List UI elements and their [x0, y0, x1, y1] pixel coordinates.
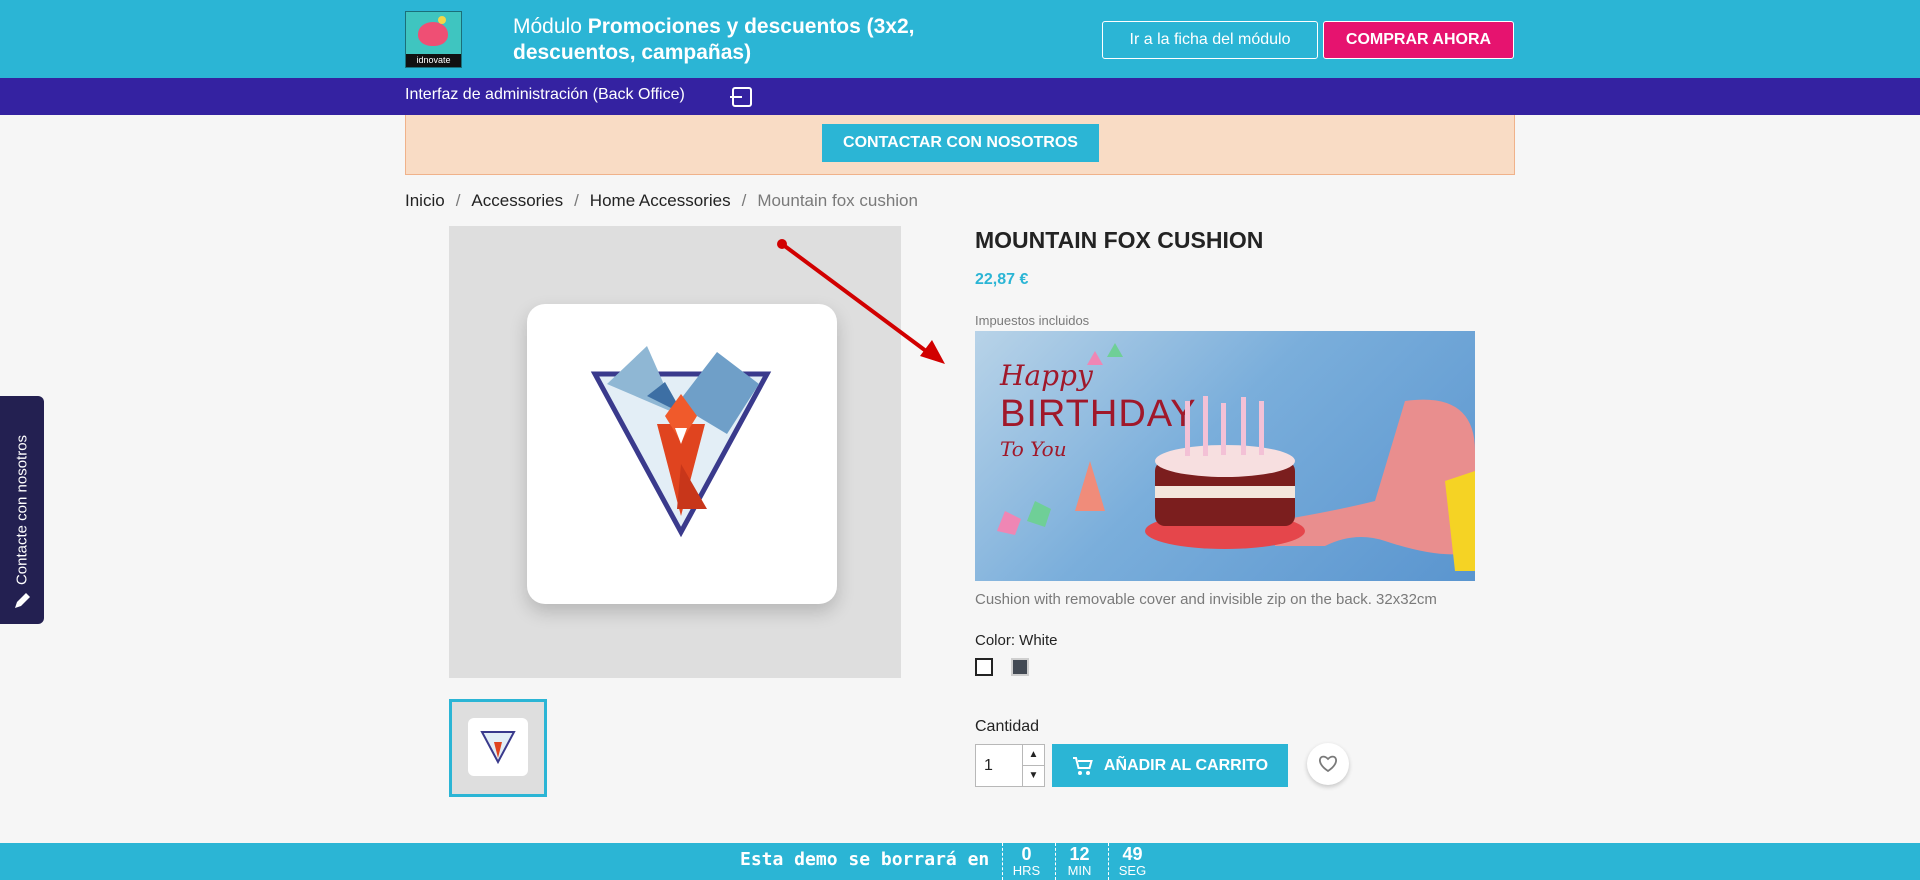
logo-text: idnovate [406, 54, 461, 67]
color-swatch-white[interactable] [975, 658, 993, 676]
product-thumbnail[interactable] [449, 699, 547, 797]
demo-countdown-bar: Esta demo se borrará en 0 HRS 12 MIN 49 … [0, 843, 1920, 880]
module-page-button[interactable]: Ir a la ficha del módulo [1102, 21, 1318, 59]
countdown-seconds: 49 SEG [1108, 843, 1156, 880]
sign-in-icon[interactable] [730, 87, 752, 107]
color-label: Color: White [975, 632, 1058, 649]
breadcrumb-current: Mountain fox cushion [757, 191, 918, 210]
cushion-thumbnail-image [468, 718, 528, 776]
tax-note: Impuestos incluidos [975, 313, 1090, 328]
countdown-hours: 0 HRS [1002, 843, 1050, 880]
contact-us-button[interactable]: CONTACTAR CON NOSOTROS [822, 124, 1099, 162]
breadcrumb-separator: / [741, 191, 747, 210]
breadcrumb-home[interactable]: Inicio [405, 191, 445, 211]
add-to-cart-label: AÑADIR AL CARRITO [1103, 756, 1269, 774]
back-office-link[interactable]: Interfaz de administración (Back Office) [405, 86, 685, 104]
birthday-cake-illustration [997, 343, 1475, 571]
fox-print-mini-icon [480, 731, 516, 765]
admin-bar: Interfaz de administración (Back Office) [0, 78, 1920, 115]
cart-icon [1072, 756, 1093, 775]
heart-icon [1319, 755, 1337, 773]
countdown-seconds-value: 49 [1122, 844, 1143, 864]
quantity-label: Cantidad [975, 718, 1040, 735]
red-arrow-annotation [777, 239, 945, 364]
countdown-message: Esta demo se borrará en [740, 849, 990, 870]
contact-banner: CONTACTAR CON NOSOTROS [405, 115, 1515, 175]
breadcrumb-separator: / [455, 191, 461, 210]
color-swatch-dark[interactable] [1011, 658, 1029, 676]
piggy-bank-icon [418, 16, 448, 46]
promo-image: Happy BIRTHDAY To You [975, 331, 1475, 581]
module-title-prefix: Módulo [513, 15, 588, 38]
add-to-cart-button[interactable]: AÑADIR AL CARRITO [1052, 744, 1288, 787]
product-description: Cushion with removable cover and invisib… [975, 591, 1437, 608]
idnovate-logo[interactable]: idnovate [405, 11, 462, 68]
side-contact-tab[interactable]: Contacte con nosotros [0, 396, 44, 624]
product-title: MOUNTAIN FOX CUSHION [975, 227, 1264, 253]
breadcrumb-home-accessories[interactable]: Home Accessories [590, 191, 731, 211]
buy-now-button[interactable]: COMPRAR AHORA [1323, 21, 1514, 59]
breadcrumb-separator: / [574, 191, 579, 210]
countdown-minutes-unit: MIN [1067, 863, 1092, 878]
countdown-hours-unit: HRS [1012, 863, 1041, 878]
countdown-minutes: 12 MIN [1055, 843, 1103, 880]
pencil-icon [15, 593, 30, 608]
countdown-minutes-value: 12 [1069, 844, 1090, 864]
countdown-seconds-unit: SEG [1118, 863, 1147, 878]
product-price: 22,87 € [975, 271, 1029, 288]
countdown-hours-value: 0 [1021, 844, 1032, 864]
quantity-decrease-button[interactable]: ▼ [1022, 765, 1045, 787]
breadcrumb: Inicio / Accessories / Home Accessories … [405, 191, 918, 211]
quantity-increase-button[interactable]: ▲ [1022, 744, 1045, 766]
breadcrumb-accessories[interactable]: Accessories [471, 191, 563, 211]
side-contact-label: Contacte con nosotros [13, 434, 31, 586]
quantity-input[interactable]: 1 [975, 744, 1023, 787]
top-header: idnovate Módulo Promociones y descuentos… [0, 0, 1920, 78]
module-title: Módulo Promociones y descuentos (3x2, de… [513, 14, 943, 66]
wishlist-button[interactable] [1307, 743, 1349, 785]
